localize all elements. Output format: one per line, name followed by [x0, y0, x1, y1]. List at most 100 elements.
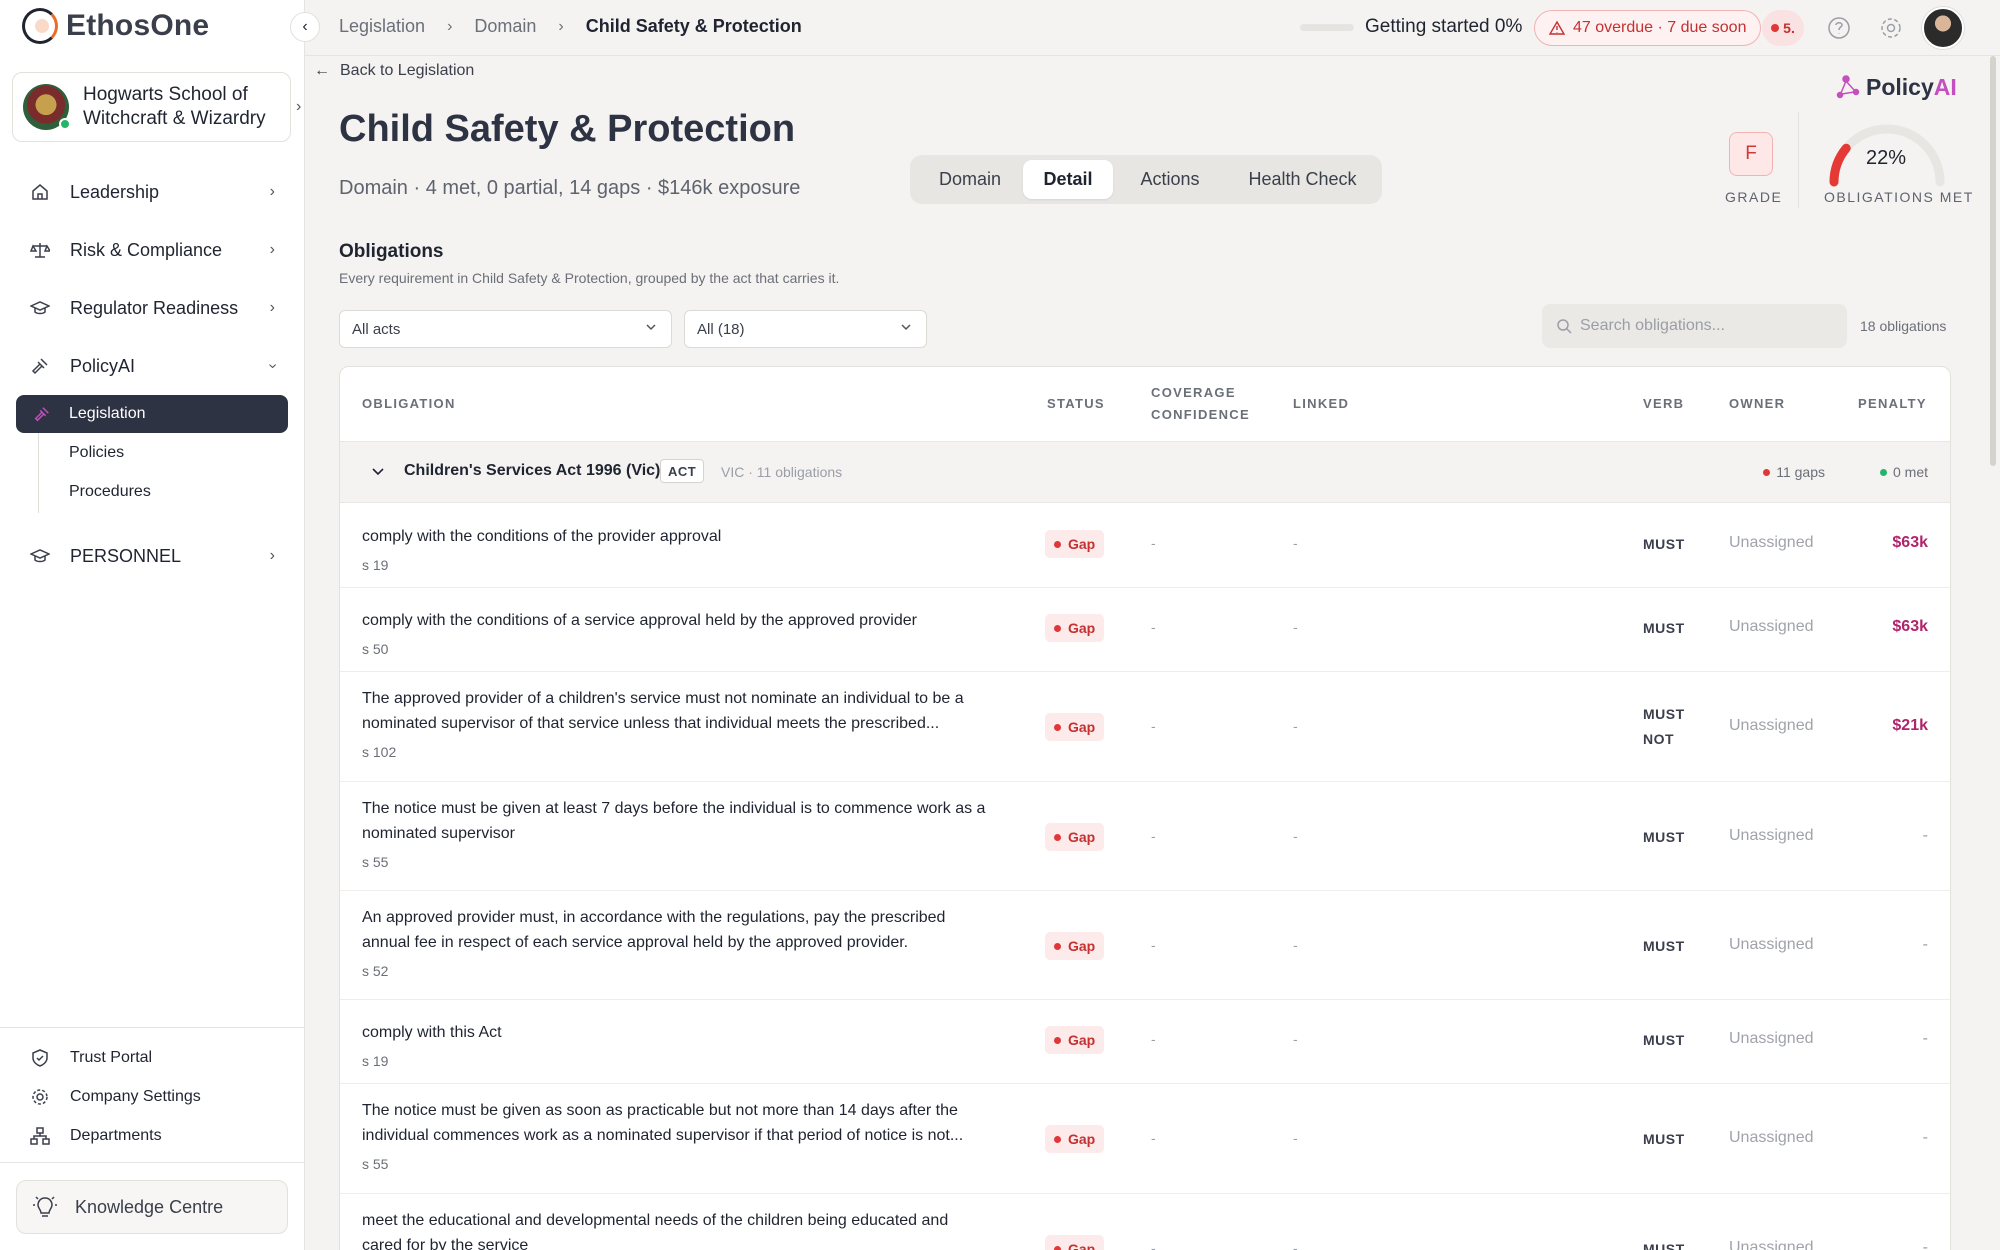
owner-value[interactable]: Unassigned: [1729, 936, 1814, 954]
tab-detail[interactable]: Detail: [1023, 160, 1113, 199]
sidebar-item-legislation[interactable]: Legislation: [16, 395, 288, 433]
act-group-row[interactable]: Children's Services Act 1996 (Vic) ACT V…: [340, 441, 1950, 503]
collapse-sidebar-button[interactable]: ‹: [290, 12, 320, 42]
footer-item-departments[interactable]: Departments: [30, 1126, 162, 1146]
status-badge[interactable]: Gap: [1045, 1125, 1105, 1153]
divider: [1798, 112, 1799, 208]
footer-item-company-settings[interactable]: Company Settings: [30, 1087, 201, 1107]
nav-item-regulator-readiness[interactable]: Regulator Readiness ›: [30, 288, 275, 328]
tab-health-check[interactable]: Health Check: [1230, 160, 1375, 199]
chevron-right-icon: ›: [558, 17, 564, 35]
linked-value[interactable]: -: [1293, 535, 1298, 551]
footer-item-trust-portal[interactable]: Trust Portal: [30, 1048, 152, 1068]
linked-value[interactable]: -: [1293, 828, 1298, 844]
status-badge[interactable]: Gap: [1045, 530, 1105, 558]
table-row[interactable]: comply with the conditions of the provid…: [340, 504, 1950, 588]
section-ref: s 52: [362, 963, 389, 979]
table-row[interactable]: The approved provider of a children's se…: [340, 672, 1950, 782]
penalty-value: $21k: [1892, 717, 1928, 734]
status-badge[interactable]: Gap: [1045, 1026, 1105, 1054]
owner-value[interactable]: Unassigned: [1729, 717, 1814, 735]
column-header-linked[interactable]: LINKED: [1293, 393, 1349, 415]
nav-item-leadership[interactable]: Leadership ›: [30, 172, 275, 212]
back-link[interactable]: ← Back to Legislation: [314, 62, 474, 80]
help-icon[interactable]: [1827, 16, 1851, 40]
grade-badge: F: [1729, 132, 1773, 176]
column-header-owner[interactable]: OWNER: [1729, 393, 1785, 415]
status-badge[interactable]: Gap: [1045, 713, 1105, 741]
obligation-text: meet the educational and developmental n…: [362, 1212, 949, 1250]
knowledge-centre-button[interactable]: Knowledge Centre: [16, 1180, 288, 1234]
policyai-icon: [1836, 74, 1860, 98]
linked-value[interactable]: -: [1293, 937, 1298, 953]
chevron-right-icon[interactable]: ›: [296, 98, 301, 116]
table-row[interactable]: comply with this Act s 19 Gap - - MUST Unassig…: [340, 1000, 1950, 1084]
column-header-verb[interactable]: VERB: [1643, 393, 1684, 415]
search-icon: [1557, 319, 1572, 334]
table-row[interactable]: comply with the conditions of a service …: [340, 588, 1950, 672]
shield-icon: [32, 1049, 48, 1067]
search-input[interactable]: Search obligations...: [1542, 304, 1847, 348]
gear-icon[interactable]: [1879, 16, 1903, 40]
obligation-text: comply with the conditions of the provid…: [362, 524, 1002, 578]
org-switcher[interactable]: Hogwarts School of Witchcraft & Wizardry: [12, 72, 291, 142]
table-row[interactable]: The notice must be given at least 7 days…: [340, 782, 1950, 891]
act-filter-select[interactable]: All acts: [339, 310, 672, 348]
grade-label: GRADE: [1725, 189, 1783, 205]
chevron-down-icon[interactable]: [370, 464, 386, 480]
linked-value[interactable]: -: [1293, 619, 1298, 635]
status-filter-select[interactable]: All (18): [684, 310, 927, 348]
overdue-badge[interactable]: 47 overdue · 7 due soon: [1534, 10, 1762, 46]
penalty-value: -: [1922, 1030, 1928, 1047]
linked-value[interactable]: -: [1293, 1130, 1298, 1146]
column-header-obligation[interactable]: OBLIGATION: [362, 393, 456, 415]
select-value: All (18): [697, 320, 745, 338]
policyai-logo: PolicyAI: [1836, 74, 1957, 101]
table-row[interactable]: An approved provider must, in accordance…: [340, 891, 1950, 1000]
footer-label: Company Settings: [70, 1088, 201, 1105]
column-header-penalty[interactable]: PENALTY: [1858, 393, 1927, 415]
sidebar-item-procedures[interactable]: Procedures: [69, 483, 151, 501]
org-chart-icon: [30, 1127, 50, 1145]
alerts-badge[interactable]: 5.: [1762, 10, 1804, 46]
app-logo[interactable]: EthosOne: [22, 6, 209, 46]
owner-value[interactable]: Unassigned: [1729, 1129, 1814, 1147]
owner-value[interactable]: Unassigned: [1729, 534, 1814, 552]
breadcrumb-legislation[interactable]: Legislation: [339, 16, 425, 37]
verb-value: MUST NOT: [1643, 706, 1685, 747]
linked-value[interactable]: -: [1293, 1031, 1298, 1047]
breadcrumb-domain[interactable]: Domain: [474, 16, 536, 37]
owner-value[interactable]: Unassigned: [1729, 1030, 1814, 1048]
act-meta: VIC · 11 obligations: [721, 464, 843, 480]
chevron-down-icon: [901, 324, 911, 331]
brand-prefix: Policy: [1866, 74, 1934, 100]
column-header-coverage-confidence[interactable]: COVERAGE CONFIDENCE: [1151, 382, 1250, 426]
status-badge[interactable]: Gap: [1045, 932, 1105, 960]
owner-value[interactable]: Unassigned: [1729, 827, 1814, 845]
nav-item-risk-compliance[interactable]: Risk & Compliance ›: [30, 230, 275, 270]
table-row[interactable]: meet the educational and developmental n…: [340, 1194, 1950, 1250]
tab-actions[interactable]: Actions: [1120, 160, 1220, 199]
coverage-value: -: [1151, 828, 1156, 844]
obligation-text: The notice must be given as soon as prac…: [362, 1098, 1002, 1177]
red-dot-icon: [1054, 942, 1061, 950]
status-badge[interactable]: Gap: [1045, 614, 1105, 642]
owner-value[interactable]: Unassigned: [1729, 618, 1814, 636]
page-subtitle: Domain · 4 met, 0 partial, 14 gaps · $14…: [339, 177, 801, 199]
status-badge[interactable]: Gap: [1045, 1235, 1105, 1250]
tab-domain[interactable]: Domain: [915, 160, 1025, 199]
user-avatar[interactable]: [1922, 7, 1964, 49]
page-scrollbar[interactable]: [1990, 56, 1996, 466]
table-row[interactable]: The notice must be given as soon as prac…: [340, 1084, 1950, 1194]
column-header-status[interactable]: STATUS: [1047, 393, 1105, 415]
status-badge[interactable]: Gap: [1045, 823, 1105, 851]
linked-value[interactable]: -: [1293, 1240, 1298, 1250]
obligation-text: comply with this Act s 19: [362, 1020, 1002, 1074]
nav-item-policyai[interactable]: PolicyAI ›: [30, 346, 281, 386]
linked-value[interactable]: -: [1293, 718, 1298, 734]
getting-started-progress-bar: [1300, 24, 1354, 31]
sidebar-item-policies[interactable]: Policies: [69, 444, 124, 462]
owner-value[interactable]: Unassigned: [1729, 1239, 1814, 1250]
nav-item-personnel[interactable]: PERSONNEL ›: [30, 536, 275, 576]
getting-started-label[interactable]: Getting started 0%: [1365, 16, 1522, 38]
